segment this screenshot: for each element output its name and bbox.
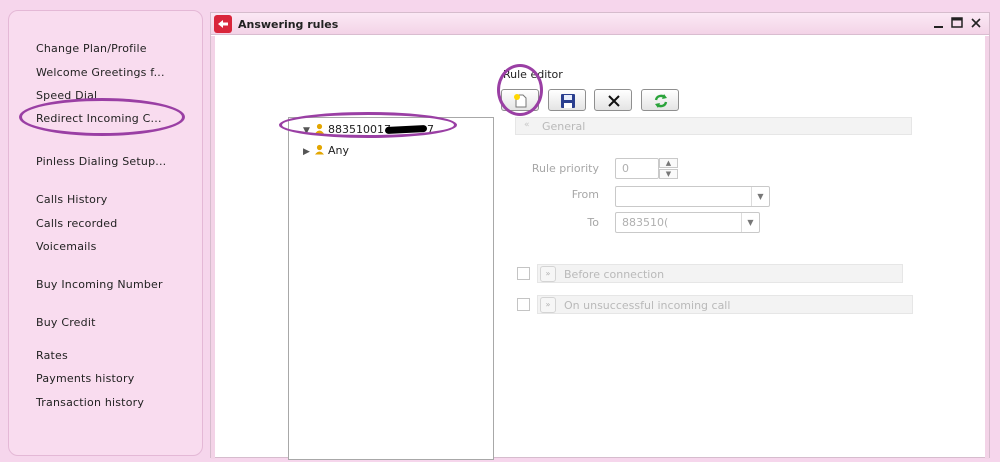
expand-icon[interactable]: »	[540, 266, 556, 282]
sidebar-item-change-plan[interactable]: Change Plan/Profile	[36, 42, 147, 55]
sidebar: Change Plan/Profile Welcome Greetings f.…	[8, 10, 203, 456]
refresh-arrows-icon	[654, 94, 668, 108]
answering-rules-window: Answering rules ▼ 883510017 7 ▶ Any Rule e…	[210, 12, 990, 460]
unsuccessful-call-checkbox[interactable]	[517, 298, 530, 311]
to-label: To	[587, 216, 599, 229]
tree-node-any[interactable]: ▶ Any	[303, 144, 349, 158]
annotation-circle-new-button	[497, 64, 543, 116]
sidebar-item-transaction-history[interactable]: Transaction history	[36, 396, 144, 409]
unsuccessful-call-label: On unsuccessful incoming call	[564, 299, 731, 312]
maximize-icon[interactable]	[949, 15, 965, 31]
refresh-rules-button[interactable]	[641, 89, 679, 111]
minimize-icon[interactable]	[931, 15, 947, 31]
annotation-circle-redirect	[19, 98, 185, 136]
tree-node-any-label: Any	[328, 144, 350, 157]
rule-priority-input[interactable]: 0	[615, 158, 659, 179]
to-value: 883510(	[622, 216, 669, 229]
from-select[interactable]: ▼	[615, 186, 770, 207]
before-connection-checkbox[interactable]	[517, 267, 530, 280]
before-connection-label: Before connection	[564, 268, 665, 281]
close-icon[interactable]	[968, 15, 984, 31]
delete-x-icon	[608, 95, 620, 107]
rules-tree[interactable]: ▼ 883510017 7 ▶ Any	[288, 117, 494, 460]
expander-icon: «	[524, 120, 530, 130]
sidebar-item-buy-incoming-number[interactable]: Buy Incoming Number	[36, 278, 163, 291]
expand-icon[interactable]: »	[540, 297, 556, 313]
unsuccessful-call-bar[interactable]: » On unsuccessful incoming call	[537, 295, 913, 314]
to-select[interactable]: 883510( ▼	[615, 212, 760, 233]
from-label: From	[571, 188, 599, 201]
sidebar-item-buy-credit[interactable]: Buy Credit	[36, 316, 96, 329]
window-title: Answering rules	[238, 18, 339, 31]
rule-priority-label: Rule priority	[531, 162, 599, 175]
delete-rule-button[interactable]	[594, 89, 632, 111]
annotation-circle-tree-root	[279, 112, 457, 138]
chevron-down-icon[interactable]: ▼	[741, 213, 759, 232]
window-titlebar[interactable]: Answering rules	[211, 13, 989, 35]
save-disk-icon	[561, 94, 575, 108]
sidebar-item-payments-history[interactable]: Payments history	[36, 372, 134, 385]
sidebar-item-calls-history[interactable]: Calls History	[36, 193, 108, 206]
window-frame-right	[985, 36, 989, 459]
sidebar-item-calls-recorded[interactable]: Calls recorded	[36, 217, 117, 230]
sidebar-item-pinless-dialing[interactable]: Pinless Dialing Setup...	[36, 155, 166, 168]
general-section-label: General	[542, 120, 586, 133]
priority-spin-up-icon[interactable]: ▲	[659, 158, 678, 168]
save-rule-button[interactable]	[548, 89, 586, 111]
sidebar-item-welcome-greetings[interactable]: Welcome Greetings f...	[36, 66, 165, 79]
general-section-bar[interactable]: « General	[515, 117, 912, 135]
before-connection-bar[interactable]: » Before connection	[537, 264, 903, 283]
chevron-down-icon[interactable]: ▼	[751, 187, 769, 206]
sidebar-item-voicemails[interactable]: Voicemails	[36, 240, 97, 253]
window-frame-left	[211, 36, 215, 459]
user-icon	[314, 144, 325, 158]
collapsed-arrow-icon[interactable]: ▶	[303, 147, 313, 157]
priority-spin-down-icon[interactable]: ▼	[659, 169, 678, 179]
sidebar-item-rates[interactable]: Rates	[36, 349, 68, 362]
back-arrow-icon[interactable]	[214, 15, 232, 33]
